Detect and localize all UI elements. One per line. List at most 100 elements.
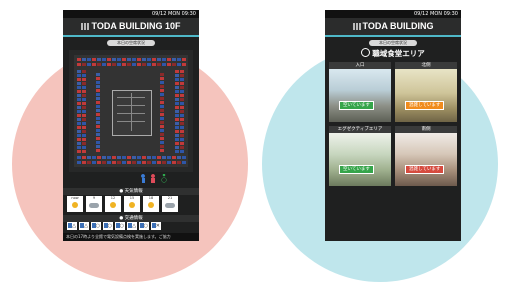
transit-mark: ○ bbox=[107, 223, 112, 229]
transit-row: △ △ ○ ○ ○ △ ○ ✕ bbox=[67, 222, 161, 230]
desk-seat bbox=[97, 63, 101, 66]
desk-seat bbox=[160, 141, 164, 144]
desk-seat bbox=[82, 63, 86, 66]
desk-seat bbox=[142, 58, 146, 61]
desk-seat bbox=[82, 118, 86, 121]
desk-seat bbox=[96, 133, 100, 136]
desk-seat bbox=[160, 145, 164, 148]
desk-seat bbox=[96, 141, 100, 144]
desk-seat bbox=[112, 63, 116, 66]
desk-seat bbox=[77, 98, 81, 101]
desk-seat bbox=[160, 113, 164, 116]
desk-seat bbox=[142, 161, 146, 164]
area-card[interactable]: 南側 混雑しています bbox=[395, 126, 457, 186]
desk-seat bbox=[172, 156, 176, 159]
desk-seat bbox=[77, 102, 81, 105]
desk-seat bbox=[97, 156, 101, 159]
desk-seat bbox=[77, 150, 81, 153]
floor-plan-grid bbox=[74, 55, 188, 167]
desk-seat bbox=[180, 118, 184, 121]
desk-seat bbox=[137, 156, 141, 159]
weather-time: 9 bbox=[92, 196, 96, 200]
vacancy-pill[interactable]: 本日の空席状況 bbox=[369, 40, 417, 46]
area-card[interactable]: エグゼクティブエリア 空いています bbox=[329, 126, 391, 186]
desk-seat bbox=[82, 161, 86, 164]
desk-seat bbox=[102, 156, 106, 159]
transit-status[interactable]: △ bbox=[79, 222, 89, 230]
transit-mark: ○ bbox=[143, 223, 148, 229]
transit-status[interactable]: △ bbox=[67, 222, 77, 230]
area-card-title: 北側 bbox=[395, 62, 457, 69]
cloud-icon bbox=[165, 203, 175, 208]
desk-seat bbox=[142, 156, 146, 159]
desk-seat bbox=[175, 134, 179, 137]
desk-seat bbox=[82, 138, 86, 141]
desk-seat bbox=[107, 156, 111, 159]
transit-status[interactable]: ○ bbox=[91, 222, 101, 230]
desk-seat bbox=[172, 58, 176, 61]
desk-seat bbox=[180, 150, 184, 153]
desk-seat bbox=[137, 58, 141, 61]
desk-seat bbox=[96, 97, 100, 100]
area-card[interactable]: 入口 空いています bbox=[329, 62, 391, 122]
desk-seat bbox=[96, 113, 100, 116]
area-card-title: 入口 bbox=[329, 62, 391, 69]
desk-seat bbox=[82, 114, 86, 117]
desk-seat bbox=[180, 74, 184, 77]
transit-status[interactable]: ○ bbox=[139, 222, 149, 230]
area-card-title: エグゼクティブエリア bbox=[329, 126, 391, 133]
desk-seat bbox=[147, 161, 151, 164]
desk-seat bbox=[96, 121, 100, 124]
desk-seat bbox=[180, 70, 184, 73]
desk-seat bbox=[82, 82, 86, 85]
desk-seat bbox=[180, 94, 184, 97]
desk-seat bbox=[175, 114, 179, 117]
desk-seat bbox=[97, 161, 101, 164]
transit-mark: ○ bbox=[119, 223, 124, 229]
desk-seat bbox=[77, 122, 81, 125]
desk-seat bbox=[175, 126, 179, 129]
desk-seat bbox=[167, 161, 171, 164]
transit-status[interactable]: ✕ bbox=[151, 222, 161, 230]
desk-seat bbox=[122, 161, 126, 164]
desk-seat bbox=[180, 98, 184, 101]
desk-seat bbox=[160, 117, 164, 120]
area-card[interactable]: 北側 混雑しています bbox=[395, 62, 457, 122]
desk-seat bbox=[160, 77, 164, 80]
weather-cell: 9 bbox=[86, 196, 102, 212]
desk-seat bbox=[87, 58, 91, 61]
desk-seat bbox=[107, 161, 111, 164]
desk-seat bbox=[82, 102, 86, 105]
desk-seat bbox=[177, 63, 181, 66]
desk-seat bbox=[77, 94, 81, 97]
floor-plan[interactable] bbox=[69, 50, 193, 172]
sun-icon bbox=[110, 202, 116, 208]
desk-seat bbox=[172, 161, 176, 164]
desk-seat bbox=[96, 145, 100, 148]
desk-seat bbox=[96, 129, 100, 132]
desk-seat bbox=[160, 109, 164, 112]
transit-status[interactable]: △ bbox=[127, 222, 137, 230]
desk-seat bbox=[96, 93, 100, 96]
desk-seat bbox=[82, 142, 86, 145]
transit-status[interactable]: ○ bbox=[115, 222, 125, 230]
transit-mark: ○ bbox=[95, 223, 100, 229]
desk-seat bbox=[175, 110, 179, 113]
desk-seat bbox=[92, 156, 96, 159]
desk-seat bbox=[175, 82, 179, 85]
desk-seat bbox=[102, 161, 106, 164]
transit-status[interactable]: ○ bbox=[103, 222, 113, 230]
desk-seat bbox=[180, 138, 184, 141]
desk-seat bbox=[96, 109, 100, 112]
desk-seat bbox=[160, 101, 164, 104]
desk-seat bbox=[177, 58, 181, 61]
desk-seat bbox=[82, 94, 86, 97]
desk-seat bbox=[160, 81, 164, 84]
desk-seat bbox=[82, 74, 86, 77]
desk-seat bbox=[82, 122, 86, 125]
desk-seat bbox=[157, 63, 161, 66]
vacancy-pill[interactable]: 本日の空席状況 bbox=[107, 40, 155, 46]
desk-seat bbox=[162, 156, 166, 159]
desk-seat bbox=[82, 90, 86, 93]
desk-seat bbox=[175, 90, 179, 93]
